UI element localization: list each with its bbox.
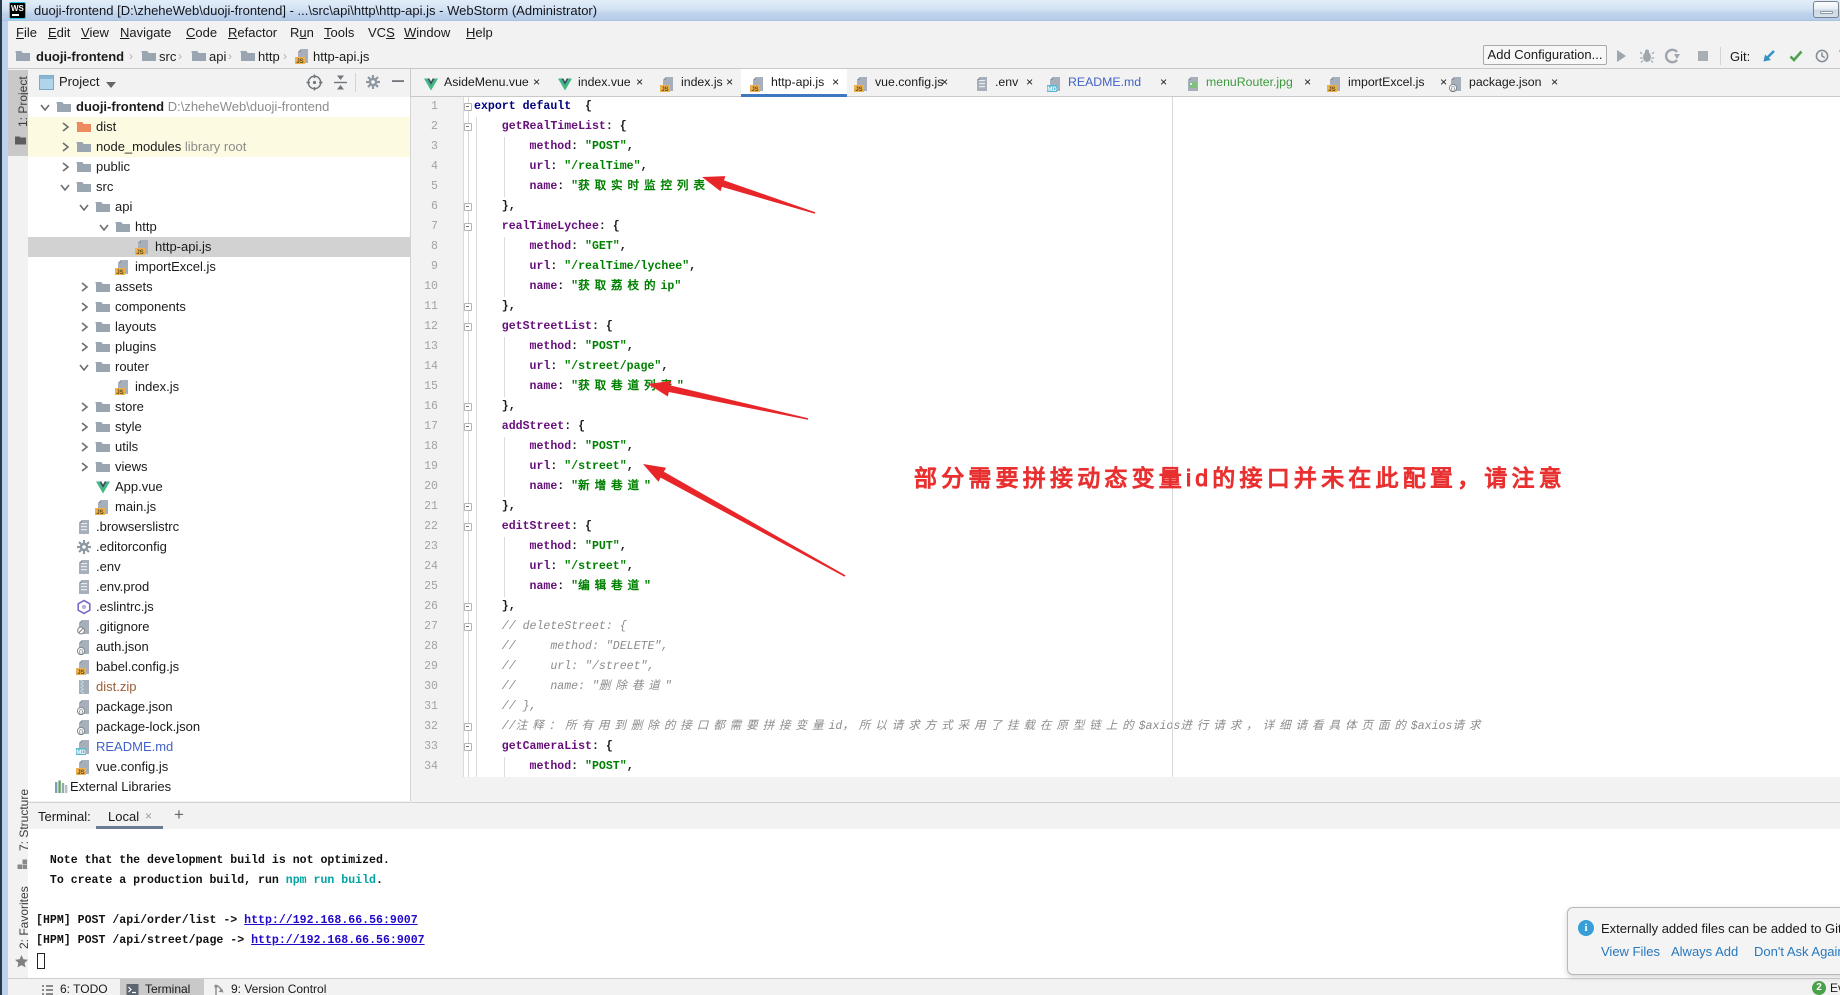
svg-text:JS: JS xyxy=(1328,87,1335,92)
svg-text:MD: MD xyxy=(1047,87,1057,92)
svg-text:JS: JS xyxy=(116,390,123,395)
svg-text:JS: JS xyxy=(77,670,84,675)
svg-text:JS: JS xyxy=(136,250,143,255)
svg-text:JS: JS xyxy=(96,510,103,515)
svg-text:JS: JS xyxy=(116,270,123,275)
svg-text:MD: MD xyxy=(76,750,86,755)
svg-text:JS: JS xyxy=(296,59,303,64)
svg-text:JS: JS xyxy=(77,770,84,775)
svg-text:JS: JS xyxy=(661,87,668,92)
svg-text:JS: JS xyxy=(751,87,758,92)
svg-text:JS: JS xyxy=(855,87,862,92)
